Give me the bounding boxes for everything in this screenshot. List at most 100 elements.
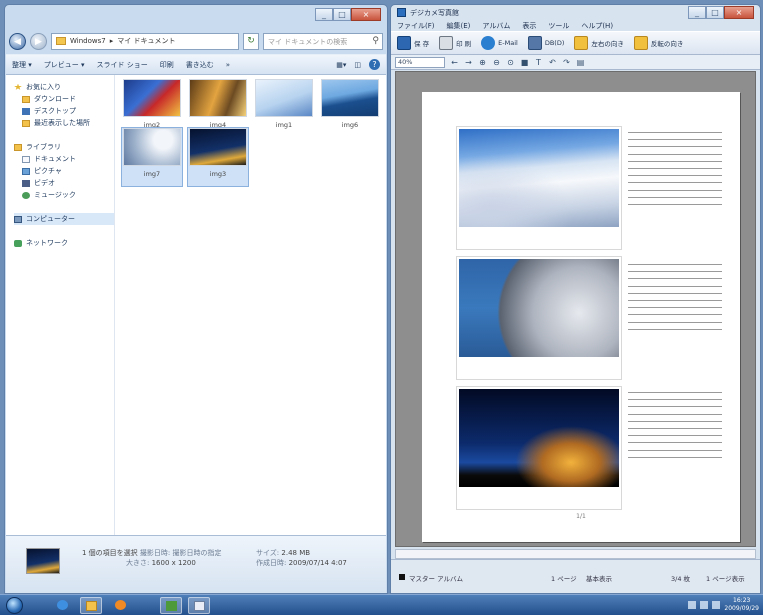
recent-places-icon [22,119,30,127]
browser-icon [57,600,68,610]
view-options-icon[interactable]: ▦▾ [336,61,346,69]
nav-item-downloads[interactable]: ダウンロード [14,93,114,105]
nav-item-pictures[interactable]: ピクチャ [14,165,114,177]
menu-edit[interactable]: 編集(E) [447,21,471,31]
text-icon[interactable]: T [534,58,543,67]
nav-item-label: ドキュメント [34,155,76,163]
nav-item-network[interactable]: ネットワーク [14,237,114,249]
start-button[interactable] [6,597,23,614]
menu-view[interactable]: 表示 [522,21,536,31]
address-bar[interactable]: Windows7 ▸ マイ ドキュメント [51,32,239,50]
explorer-body: お気に入り ダウンロード デスクトップ 最近表示した場所 ライブラリ ドキュメン… [6,75,386,535]
nav-item-label: ピクチャ [34,167,62,175]
zoom-fit-icon[interactable]: ⊙ [506,58,515,67]
zoom-out-icon[interactable]: ⊖ [492,58,501,67]
layout-icon[interactable]: ▤ [576,58,585,67]
db-button[interactable]: DB(D) [527,36,564,50]
libraries-header[interactable]: ライブラリ [14,141,114,153]
organize-button[interactable]: 整理 ▾ [12,60,32,70]
menu-tools[interactable]: ツール [548,21,569,31]
preview-canvas[interactable]: 1/1 [395,71,756,547]
explorer-titlebar: _ □ × [5,5,387,27]
nav-item-videos[interactable]: ビデオ [14,177,114,189]
nav-item-label: ビデオ [34,179,55,187]
zoom-select[interactable]: 40% [395,56,445,68]
viewer-titlebar: デジカメ写真館 _ □ × [391,5,760,20]
details-col-2: サイズ: 2.48 MB 作成日時: 2009/07/14 4:07 [256,548,347,568]
tray-flag-icon[interactable] [688,601,697,609]
music-icon [22,191,30,199]
burn-button[interactable]: 書き込む [186,60,214,70]
nav-item-recent[interactable]: 最近表示した場所 [14,117,114,129]
menu-file[interactable]: ファイル(F) [397,21,435,31]
viewer-toolbar: 保 存 印 刷 E-Mail DB(D) 左右の向き 反転の向き [391,31,760,55]
taskbar-media[interactable] [110,597,132,614]
search-input[interactable]: マイ ドキュメントの検索 ⚲ [263,32,383,50]
photo-frame-2[interactable] [456,256,622,380]
taskbar-photo-app[interactable] [160,597,182,614]
viewer-window-buttons: _ □ × [688,6,754,19]
horizontal-scrollbar[interactable] [395,549,756,559]
menu-album[interactable]: アルバム [482,21,510,31]
photo-frame-3[interactable] [456,386,622,510]
nav-item-music[interactable]: ミュージック [14,189,114,201]
frame-icon[interactable]: ■ [520,58,529,67]
flip-button[interactable]: 反転の向き [633,36,683,50]
email-button[interactable]: E-Mail [481,36,518,50]
arrow-left-icon[interactable]: ← [450,58,459,67]
file-tile[interactable]: img6 [319,79,381,139]
breadcrumb-windows7[interactable]: Windows7 [70,37,106,45]
date-taken-value[interactable]: 撮影日時の指定 [173,549,222,557]
caption-lines-3[interactable] [628,392,722,464]
taskbar-album-app[interactable] [188,597,210,614]
caption-lines-2[interactable] [628,264,722,336]
file-tile[interactable]: img1 [253,79,315,139]
address-bar-row: ◀ ▶ Windows7 ▸ マイ ドキュメント ↻ マイ ドキュメントの検索 … [9,30,383,52]
rotate-right-icon[interactable]: ↷ [562,58,571,67]
save-button[interactable]: 保 存 [397,36,429,50]
breadcrumb-mydocuments[interactable]: マイ ドキュメント [117,36,175,46]
menu-help[interactable]: ヘルプ(H) [581,21,613,31]
slideshow-button[interactable]: スライド ショー [97,60,148,70]
refresh-icon[interactable]: ↻ [243,32,259,50]
details-pane: 1 個の項目を選択 撮影日時: 撮影日時の指定 大きさ: 1600 x 1200… [6,535,386,593]
taskbar-ie[interactable] [52,597,74,614]
rotate-lr-button[interactable]: 左右の向き [574,36,624,50]
taskbar-explorer[interactable] [80,597,102,614]
close-button[interactable]: × [724,6,754,19]
computer-group: コンピューター [14,213,114,225]
help-icon[interactable]: ? [369,59,380,70]
nav-item-documents[interactable]: ドキュメント [14,153,114,165]
rotate-icon [574,36,589,50]
caption-lines-1[interactable] [628,132,722,211]
minimize-button[interactable]: _ [688,6,706,19]
maximize-button[interactable]: □ [706,6,724,19]
folder-icon [56,37,66,45]
nav-item-desktop[interactable]: デスクトップ [14,105,114,117]
forward-button[interactable]: ▶ [30,32,47,50]
back-button[interactable]: ◀ [9,32,26,50]
zoom-in-icon[interactable]: ⊕ [478,58,487,67]
favorites-header[interactable]: お気に入り [14,81,114,93]
file-tile[interactable]: img3 [187,127,249,187]
maximize-button[interactable]: □ [333,8,351,21]
tray-volume-icon[interactable] [712,601,721,609]
clock-date: 2009/09/29 [724,605,759,612]
file-tile[interactable]: img7 [121,127,183,187]
nav-item-computer[interactable]: コンピューター [14,213,114,225]
rotate-left-icon[interactable]: ↶ [548,58,557,67]
file-name: img7 [143,170,161,178]
close-button[interactable]: × [351,8,381,21]
arrow-right-icon[interactable]: → [464,58,473,67]
more-button[interactable]: » [226,61,230,69]
tray-clock[interactable]: 16:23 2009/09/29 [724,597,759,613]
photo-frame-1[interactable] [456,126,622,250]
preview-pane-icon[interactable]: ◫ [354,61,361,69]
minimize-button[interactable]: _ [315,8,333,21]
search-icon[interactable]: ⚲ [372,36,379,46]
tray-network-icon[interactable] [700,601,709,609]
print-button[interactable]: 印 刷 [439,36,471,50]
print-button[interactable]: 印刷 [160,60,174,70]
preview-button[interactable]: プレビュー ▾ [44,60,85,70]
clock-time: 16:23 [733,597,751,604]
